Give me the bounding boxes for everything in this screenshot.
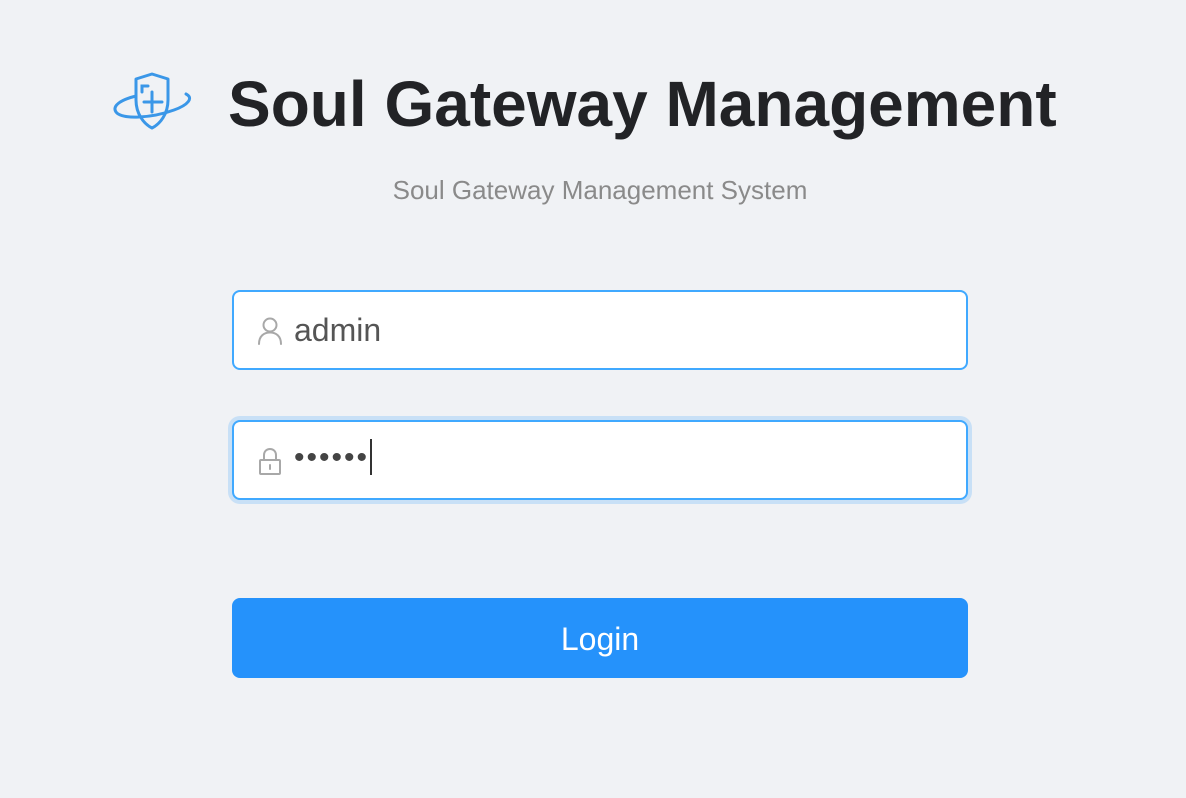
page-title: Soul Gateway Management [228,68,1057,140]
user-icon [258,317,282,345]
page-subtitle: Soul Gateway Management System [392,175,808,205]
password-field[interactable]: •••••• [232,420,968,500]
login-button[interactable]: Login [232,598,968,678]
shield-logo-icon [113,72,191,130]
text-caret [370,439,373,476]
username-value[interactable]: admin [294,310,381,350]
login-header: Soul Gateway Management Soul Gateway Man… [0,0,1186,205]
password-masked-text: •••••• [294,441,370,474]
lock-icon [259,447,281,475]
username-field[interactable]: admin [232,290,968,370]
password-value[interactable]: •••••• [294,438,373,478]
